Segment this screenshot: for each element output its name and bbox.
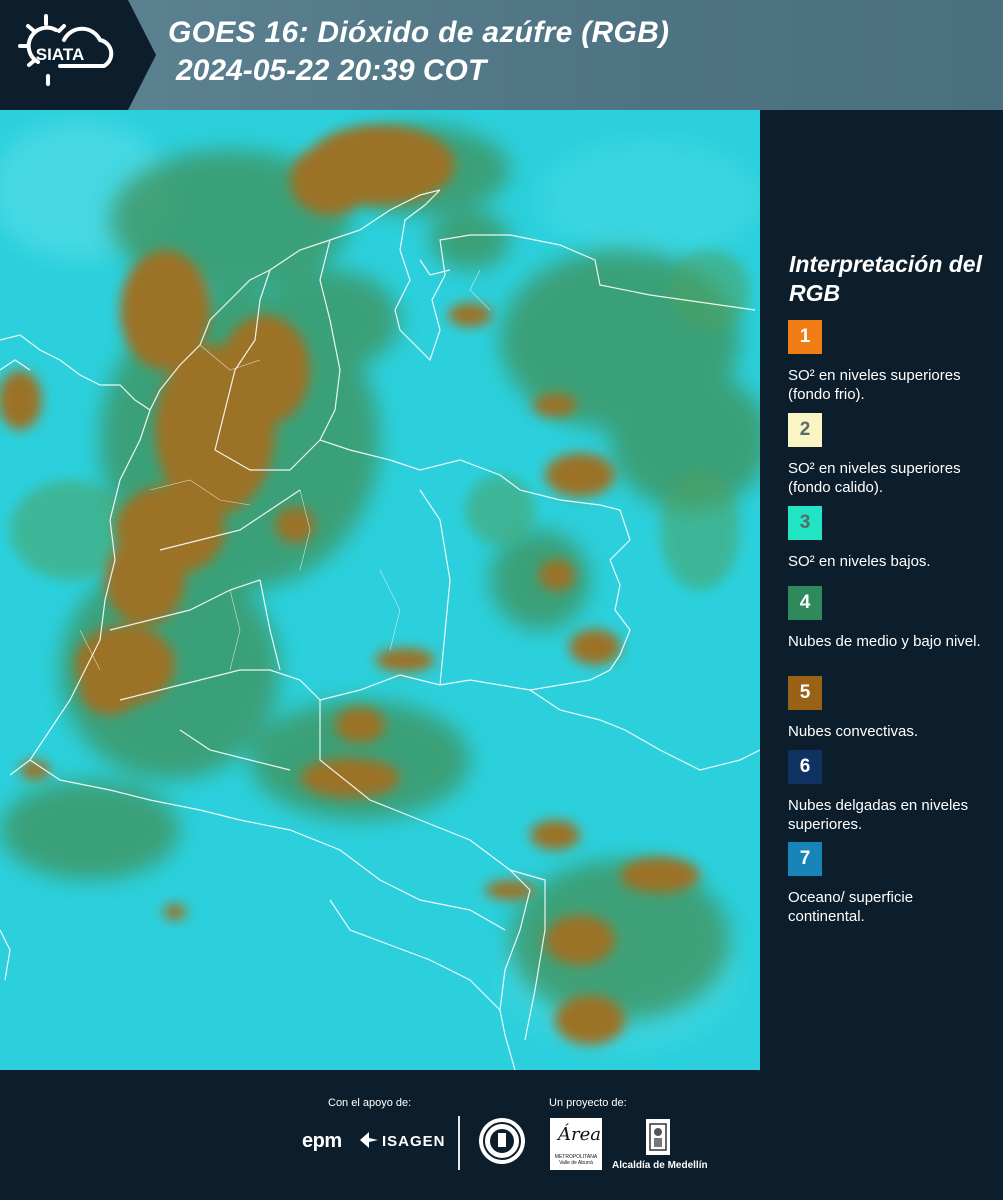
legend-label: SO² en niveles superiores (fondo frio).: [788, 367, 961, 403]
page-title: GOES 16: Dióxido de azúfre (RGB): [168, 16, 670, 49]
legend-label: SO² en niveles superiores (fondo calido)…: [788, 460, 961, 496]
siata-logo-text: SIATA: [36, 45, 84, 64]
footer-divider: [458, 1116, 460, 1170]
legend-item-3: 3 SO² en niveles bajos.: [788, 506, 993, 571]
legend-swatch: 6: [788, 750, 822, 784]
legend-item-4: 4 Nubes de medio y bajo nivel.: [788, 586, 993, 651]
legend-panel: Interpretación del RGB 1 SO² en niveles s…: [760, 110, 1003, 1070]
siata-logo: SIATA: [0, 0, 158, 110]
legend-label: Nubes delgadas en niveles superiores.: [788, 797, 969, 833]
legend-item-1: 1 SO² en niveles superiores (fondo frio).: [788, 320, 993, 404]
legend-swatch: 1: [788, 320, 822, 354]
support-label: Con el apoyo de:: [328, 1097, 412, 1109]
isagen-logo: ISAGEN: [382, 1133, 446, 1150]
legend-label: SO² en niveles bajos.: [788, 553, 931, 570]
legend-label: Nubes de medio y bajo nivel.: [788, 633, 981, 650]
legend-item-2: 2 SO² en niveles superiores (fondo calido…: [788, 413, 993, 497]
area-metropolitana-logo: Área METROPOLITANA Valle de Aburrá: [550, 1118, 602, 1170]
legend-swatch: 4: [788, 586, 822, 620]
legend-label: Nubes convectivas.: [788, 723, 919, 740]
legend-item-7: 7 Oceano/ superficie continental.: [788, 842, 993, 926]
alcaldia-label: Alcaldía de Medellín: [612, 1160, 708, 1171]
legend-swatch: 7: [788, 842, 822, 876]
project-label: Un proyecto de:: [549, 1097, 627, 1109]
epm-logo: epm: [302, 1130, 342, 1152]
isagen-icon: [360, 1132, 378, 1148]
university-seal-icon: [479, 1118, 525, 1164]
alcaldia-shield-icon: [646, 1119, 670, 1155]
legend-swatch: 5: [788, 676, 822, 710]
legend-label: Oceano/ superficie continental.: [788, 889, 914, 925]
legend-swatch: 3: [788, 506, 822, 540]
timestamp: 2024-05-22 20:39 COT: [176, 54, 487, 87]
footer: Con el apoyo de: Un proyecto de: epm ISA…: [0, 1070, 1003, 1200]
legend-item-6: 6 Nubes delgadas en niveles superiores.: [788, 750, 993, 834]
legend-swatch: 2: [788, 413, 822, 447]
satellite-map: [0, 110, 760, 1070]
legend-item-5: 5 Nubes convectivas.: [788, 676, 993, 741]
legend-title: Interpretación del RGB: [789, 251, 982, 306]
header: SIATA GOES 16: Dióxido de azúfre (RGB) 2…: [0, 0, 1003, 110]
